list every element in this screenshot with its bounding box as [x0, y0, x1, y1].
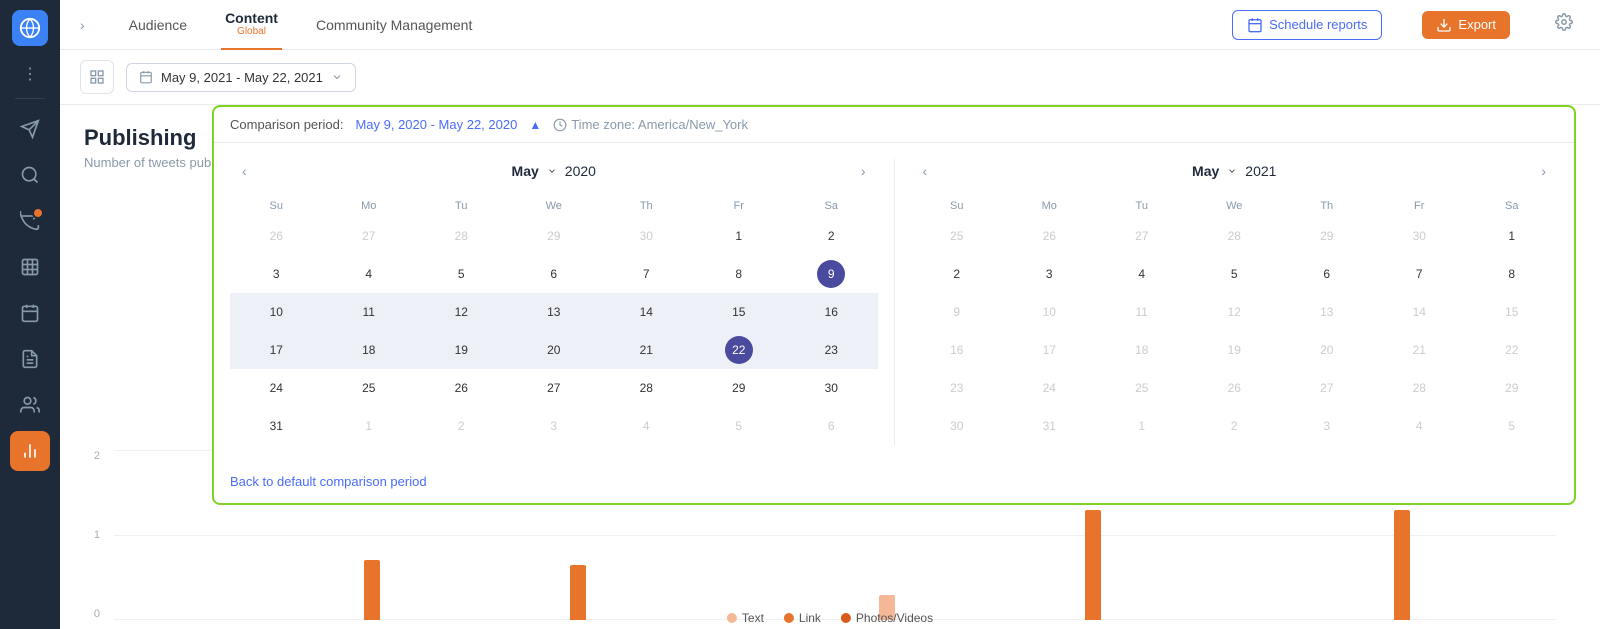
- cal-month-left[interactable]: May: [512, 163, 539, 179]
- legend-link: Link: [784, 611, 821, 625]
- settings-icon: [1555, 13, 1573, 31]
- sub-nav: May 9, 2021 - May 22, 2021: [60, 50, 1600, 105]
- cal-row: 3 4 5 6 7 8 9: [230, 255, 878, 293]
- month-dropdown-icon-right: [1227, 166, 1237, 176]
- chart-bar[interactable]: [1085, 510, 1101, 620]
- cal-row: 23 24 25 26 27 28 29: [911, 369, 1559, 407]
- main-content: › Audience Content Global Community Mana…: [60, 0, 1600, 629]
- comparison-dates[interactable]: May 9, 2020 - May 22, 2020: [355, 117, 517, 132]
- sidebar-item-calendar[interactable]: [10, 293, 50, 333]
- comparison-panel: Comparison period: May 9, 2020 - May 22,…: [212, 105, 1576, 505]
- cal-month-right[interactable]: May: [1192, 163, 1219, 179]
- sidebar-item-users[interactable]: [10, 385, 50, 425]
- timezone-info: Time zone: America/New_York: [553, 117, 748, 132]
- sidebar-item-search[interactable]: [10, 155, 50, 195]
- cal-row: 24 25 26 27 28 29 30: [230, 369, 878, 407]
- cal-row: 10 11 12 13 14 15 16: [230, 293, 878, 331]
- cal-row: 16 17 18 19 20 21 22: [911, 331, 1559, 369]
- comparison-header: Comparison period: May 9, 2020 - May 22,…: [214, 107, 1574, 143]
- schedule-icon: [1247, 17, 1263, 33]
- cal-next-button-left[interactable]: ›: [853, 159, 874, 183]
- calendar-separator: [894, 159, 895, 445]
- legend-photos-dot: [841, 613, 851, 623]
- legend-link-dot: [784, 613, 794, 623]
- cal-row: 31 1 2 3 4 5 6: [230, 407, 878, 445]
- chart-bar[interactable]: [1394, 510, 1410, 620]
- chart-bar[interactable]: [364, 560, 380, 620]
- view-toggle[interactable]: [80, 60, 114, 94]
- cal-grid-right: Su Mo Tu We Th Fr Sa 25 26: [911, 195, 1559, 445]
- top-nav: › Audience Content Global Community Mana…: [60, 0, 1600, 50]
- sidebar: ⋮: [0, 0, 60, 629]
- cal-row: 2 3 4 5 6 7 8: [911, 255, 1559, 293]
- cal-prev-button-left[interactable]: ‹: [234, 159, 255, 183]
- sidebar-item-inbox[interactable]: [10, 201, 50, 241]
- nav-back-button[interactable]: ›: [80, 17, 85, 33]
- content-area: Publishing Number of tweets published Co…: [60, 105, 1600, 629]
- cal-row: 9 10 11 12 13 14 15: [911, 293, 1559, 331]
- calendar-left: ‹ May 2020 › Su Mo: [230, 159, 878, 445]
- calendar-icon: [139, 70, 153, 84]
- grid-icon: [89, 69, 105, 85]
- date-range-picker[interactable]: May 9, 2021 - May 22, 2021: [126, 63, 356, 92]
- cal-row: 30 31 1 2 3 4 5: [911, 407, 1559, 445]
- sidebar-item-publish[interactable]: [10, 109, 50, 149]
- app-logo[interactable]: [12, 10, 48, 46]
- calendar-left-header: ‹ May 2020 ›: [230, 159, 878, 183]
- sidebar-item-reports[interactable]: [10, 339, 50, 379]
- cal-year-right: 2021: [1245, 163, 1276, 179]
- chevron-down-icon: [331, 71, 343, 83]
- cal-row: 26 27 28 29 30 1 2: [230, 217, 878, 255]
- legend-text: Text: [727, 611, 764, 625]
- calendar-right: ‹ May 2021 › Su Mo: [911, 159, 1559, 445]
- calendar-right-header: ‹ May 2021 ›: [911, 159, 1559, 183]
- cal-row: 25 26 27 28 29 30 1: [911, 217, 1559, 255]
- clock-icon: [553, 118, 567, 132]
- export-button[interactable]: Export: [1422, 11, 1510, 39]
- legend-photos: Photos/Videos: [841, 611, 933, 625]
- tab-audience[interactable]: Audience: [125, 0, 191, 50]
- settings-button[interactable]: [1548, 9, 1580, 41]
- legend-text-dot: [727, 613, 737, 623]
- cal-year-left: 2020: [565, 163, 596, 179]
- back-to-default: Back to default comparison period: [214, 461, 1574, 503]
- cal-row: 17 18 19 20 21 22 23: [230, 331, 878, 369]
- cal-next-button-right[interactable]: ›: [1533, 159, 1554, 183]
- more-icon[interactable]: ⋮: [18, 60, 42, 88]
- schedule-reports-button[interactable]: Schedule reports: [1232, 10, 1382, 40]
- cal-header-row-right: Su Mo Tu We Th Fr Sa: [911, 195, 1559, 217]
- comparison-toggle[interactable]: ▲: [529, 118, 541, 132]
- month-dropdown-icon-left: [547, 166, 557, 176]
- cal-header-row-left: Su Mo Tu We Th Fr Sa: [230, 195, 878, 217]
- sidebar-item-charts[interactable]: [10, 431, 50, 471]
- sidebar-divider: [15, 98, 45, 99]
- tab-content[interactable]: Content Global: [221, 0, 282, 50]
- bar-group: [114, 450, 217, 620]
- export-icon: [1436, 17, 1452, 33]
- chart-bar[interactable]: [570, 565, 586, 620]
- chart-y-axis: 2 1 0: [84, 450, 104, 620]
- cal-grid-left: Su Mo Tu We Th Fr Sa 26 27: [230, 195, 878, 445]
- chart-legend: Text Link Photos/Videos: [727, 611, 933, 625]
- tab-community[interactable]: Community Management: [312, 0, 476, 50]
- calendars-container: ‹ May 2020 › Su Mo: [214, 143, 1574, 461]
- back-to-default-link[interactable]: Back to default comparison period: [230, 474, 427, 489]
- cal-prev-button-right[interactable]: ‹: [915, 159, 936, 183]
- sidebar-item-analytics[interactable]: [10, 247, 50, 287]
